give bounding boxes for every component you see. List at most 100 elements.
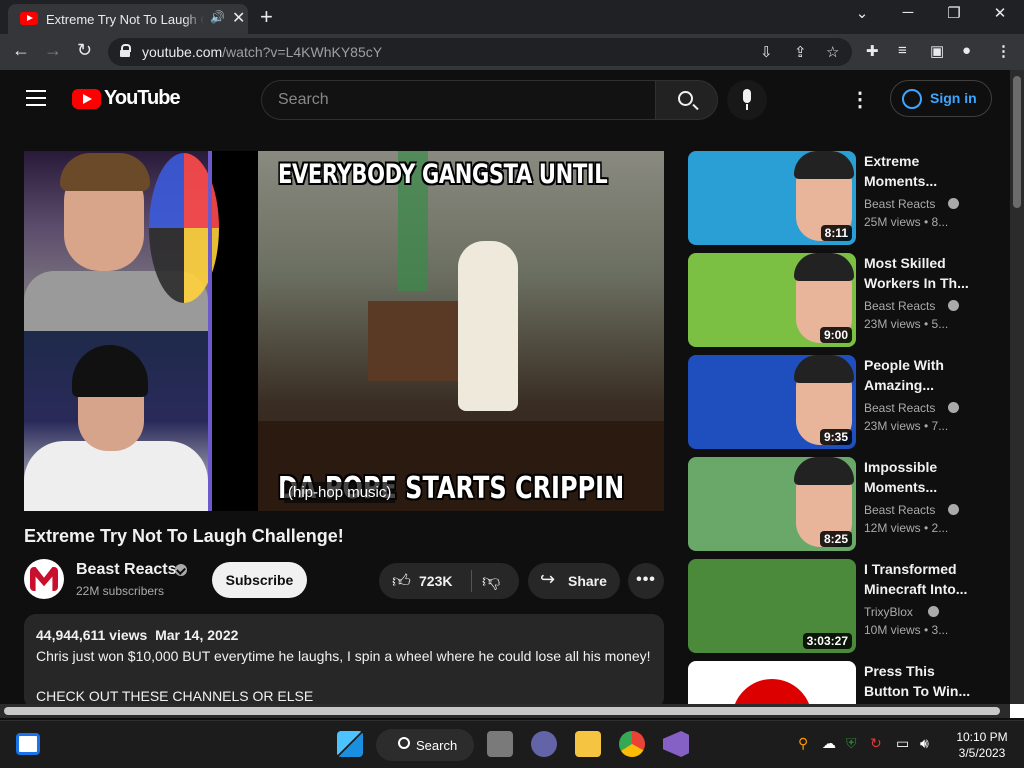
youtube-logo-icon[interactable] <box>72 89 101 109</box>
sign-in-button[interactable]: Sign in <box>890 80 992 117</box>
back-arrow-icon[interactable]: ← <box>12 40 30 61</box>
file-explorer-icon[interactable] <box>575 731 601 757</box>
search-input[interactable]: Search <box>261 80 656 120</box>
windows-start-icon[interactable] <box>337 731 363 757</box>
teams-chat-icon[interactable] <box>531 731 557 757</box>
hamburger-menu-icon[interactable] <box>26 90 46 106</box>
video-player[interactable]: EVERYBODY GANGSTA UNTIL DA POPE STARTS C… <box>24 151 664 511</box>
subscribe-button[interactable]: Subscribe <box>212 562 307 598</box>
description-text: Chris just won $10,000 BUT everytime he … <box>36 648 651 664</box>
verified-check-icon <box>948 198 960 209</box>
like-count[interactable]: 723K <box>419 573 452 589</box>
view-count-and-date: 44,944,611 views Mar 14, 2022 <box>36 627 239 643</box>
share-arrow-icon: ↪ <box>540 569 556 589</box>
profile-icon[interactable]: ● <box>962 42 971 59</box>
forward-arrow-icon[interactable]: → <box>44 40 62 61</box>
share-label: Share <box>568 573 607 589</box>
widgets-icon[interactable] <box>16 733 40 755</box>
extensions-puzzle-icon[interactable]: ✚ <box>866 42 879 60</box>
new-tab-button[interactable]: + <box>260 4 273 30</box>
recommendation-item[interactable]: 8:25 Impossible Moments... Beast Reacts 12M… <box>688 457 998 553</box>
recommendation-channel[interactable]: Beast Reacts <box>864 503 935 517</box>
voice-search-button[interactable] <box>727 80 767 120</box>
verified-check-icon <box>948 402 960 413</box>
like-thumb-icon[interactable]: 👍︎ <box>392 570 411 592</box>
verified-check-icon <box>948 504 960 515</box>
chrome-taskbar-icon[interactable] <box>619 731 645 757</box>
description-box[interactable]: 44,944,611 views Mar 14, 2022 Chris just… <box>24 614 664 709</box>
search-button[interactable] <box>655 80 718 120</box>
recommendation-item[interactable]: Press This Button To Win... <box>688 661 998 704</box>
security-shield-icon[interactable]: ⛨ <box>846 735 857 752</box>
account-circle-icon <box>902 89 922 109</box>
recommendation-meta: 25M views • 8... <box>864 215 949 229</box>
update-icon[interactable]: ↻ <box>870 735 882 752</box>
close-window-button[interactable]: ✕ <box>980 4 1020 22</box>
system-clock[interactable]: 10:10 PM 3/5/2023 <box>950 729 1014 761</box>
verified-check-icon <box>928 606 940 617</box>
minimize-button[interactable]: ─ <box>888 4 928 21</box>
like-dislike-group: 👍︎ 723K 👎︎ <box>379 563 519 599</box>
channel-name-link[interactable]: Beast Reacts <box>76 561 177 579</box>
red-button-image <box>732 679 812 704</box>
recommendation-title[interactable]: Extreme Moments... <box>864 151 974 191</box>
more-actions-button[interactable]: ••• <box>628 563 664 599</box>
share-page-icon[interactable]: ⇪ <box>794 43 807 61</box>
url-text[interactable]: youtube.com/watch?v=L4KWhKY85cY <box>142 44 382 60</box>
browser-tab-active[interactable]: Extreme Try Not To Laugh Challenge! 🔊 ✕ <box>8 4 248 34</box>
recommendation-channel[interactable]: Beast Reacts <box>864 197 935 211</box>
network-icon[interactable]: ▭ <box>896 735 909 752</box>
duration-badge: 8:11 <box>820 225 852 241</box>
recommendation-meta: 23M views • 5... <box>864 317 949 331</box>
recommendation-meta: 10M views • 3... <box>864 623 949 637</box>
media-queue-icon[interactable]: ≡ <box>898 42 907 59</box>
youtube-logo-text[interactable]: YouTube <box>104 87 181 110</box>
taskbar-search-icon <box>398 737 410 749</box>
recommendation-channel[interactable]: TrixyBlox <box>864 605 913 619</box>
recommendation-thumbnail[interactable] <box>688 661 856 704</box>
verified-check-icon <box>948 300 960 311</box>
tab-close-icon[interactable]: ✕ <box>232 8 245 28</box>
recommendation-item[interactable]: 9:00 Most Skilled Workers In Th... Beast R… <box>688 253 998 349</box>
duration-badge: 9:00 <box>819 327 852 343</box>
recommendation-title[interactable]: People With Amazing... <box>864 355 974 395</box>
search-icon <box>678 91 693 106</box>
recommendation-channel[interactable]: Beast Reacts <box>864 401 935 415</box>
restore-button[interactable]: ❐ <box>934 4 974 22</box>
facecam-divider <box>208 151 212 511</box>
recommendation-title[interactable]: Most Skilled Workers In Th... <box>864 253 974 293</box>
recommendation-title[interactable]: Press This Button To Win... <box>864 661 974 701</box>
address-bar[interactable]: youtube.com/watch?v=L4KWhKY85cY ⇩ ⇪ ☆ <box>108 38 852 66</box>
recommendation-item[interactable]: 9:35 People With Amazing... Beast Reacts 23… <box>688 355 998 451</box>
channel-avatar[interactable] <box>24 559 64 599</box>
description-text-2: CHECK OUT THESE CHANNELS OR ELSE <box>36 688 314 704</box>
verified-check-icon <box>175 564 187 576</box>
tab-title: Extreme Try Not To Laugh Challenge! <box>46 12 204 27</box>
speaker-icon[interactable]: 🔊 <box>210 10 225 24</box>
lock-icon[interactable] <box>120 44 131 57</box>
recommendation-item[interactable]: 8:11 Extreme Moments... Beast Reacts 25M vi… <box>688 151 998 247</box>
search-tray-icon[interactable]: ⚲ <box>798 735 808 752</box>
side-panel-icon[interactable]: ▣ <box>930 42 944 60</box>
visual-studio-icon[interactable] <box>663 731 689 757</box>
dislike-thumb-icon[interactable]: 👎︎ <box>482 570 500 592</box>
settings-kebab-icon[interactable]: ⋮ <box>850 87 870 112</box>
taskbar-search[interactable]: Search <box>376 729 474 761</box>
tab-search-chevron-icon[interactable]: ⌄ <box>842 4 882 22</box>
bookmark-star-icon[interactable]: ☆ <box>826 43 839 61</box>
install-icon[interactable]: ⇩ <box>760 43 773 61</box>
reload-icon[interactable]: ↻ <box>77 40 92 61</box>
task-view-icon[interactable] <box>487 731 513 757</box>
cloud-icon[interactable]: ☁ <box>822 735 836 752</box>
recommendation-channel[interactable]: Beast Reacts <box>864 299 935 313</box>
horizontal-scrollbar[interactable] <box>0 704 1010 718</box>
recommendation-item[interactable]: 3:03:27 I Transformed Minecraft Into... Tr… <box>688 559 998 655</box>
share-button[interactable]: ↪ Share <box>528 563 620 599</box>
recommendation-title[interactable]: Impossible Moments... <box>864 457 974 497</box>
meme-clip <box>258 151 664 511</box>
taskbar-search-label: Search <box>416 738 458 753</box>
vertical-scrollbar[interactable] <box>1010 70 1024 704</box>
chrome-menu-icon[interactable]: ⋮ <box>996 42 1011 60</box>
volume-icon[interactable]: 🔊︎ <box>920 735 929 752</box>
recommendation-title[interactable]: I Transformed Minecraft Into... <box>864 559 974 599</box>
